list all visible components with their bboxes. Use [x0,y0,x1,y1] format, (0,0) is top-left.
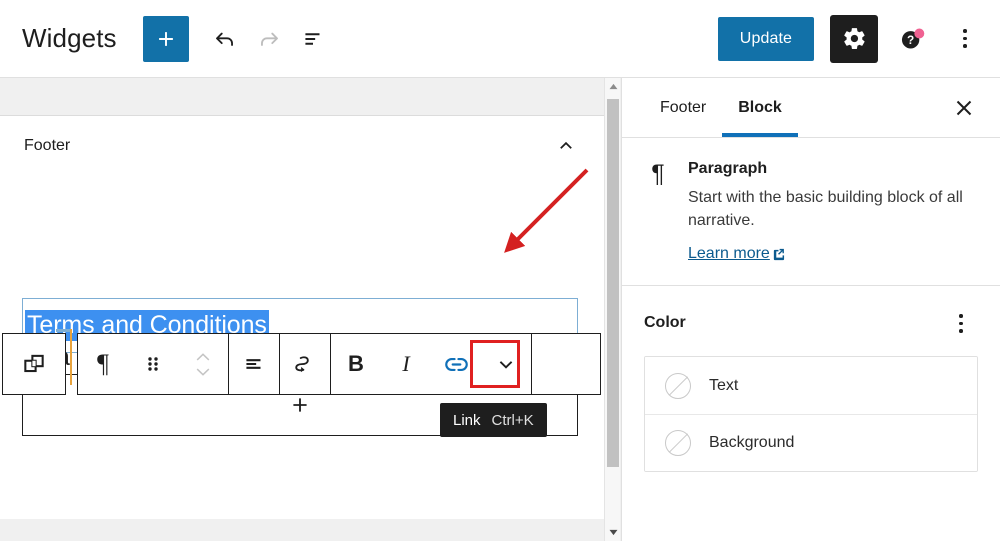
svg-text:?: ? [907,33,914,47]
scroll-up-arrow-icon [609,83,617,90]
color-panel: Color Text Background [622,286,1000,473]
settings-button[interactable] [830,14,878,63]
page-title: Widgets [22,23,117,53]
list-view-button[interactable] [291,17,335,61]
update-button[interactable]: Update [717,16,814,61]
block-info-meta: Paragraph Start with the basic building … [688,160,978,263]
color-panel-header: Color [644,306,978,340]
transform-arrow-button[interactable] [280,334,330,394]
italic-button[interactable]: I [381,334,431,394]
scrollbar-thumb[interactable] [607,99,619,467]
move-block-updown-button[interactable] [178,334,228,394]
tab-footer[interactable]: Footer [644,78,722,137]
undo-button[interactable] [203,17,247,61]
bold-icon: B [348,351,364,376]
block-name: Paragraph [688,160,768,177]
close-sidebar-button[interactable] [944,88,984,128]
color-option-label: Background [709,434,795,452]
color-panel-title: Color [644,314,686,332]
block-toolbar: ¶ B I [77,333,601,395]
plus-icon [293,398,307,412]
notification-badge [914,28,925,38]
header-left-group: Widgets [0,15,335,62]
editor-header: Widgets Update ? [0,0,1000,78]
block-toolbar-copy-group [2,333,66,395]
bold-button[interactable]: B [331,334,381,394]
editor-canvas[interactable]: Footer Terms and Conditions [0,115,604,519]
copy-blocks-button[interactable] [9,334,59,394]
header-right-group: Update ? [717,14,986,63]
curved-arrow-icon [295,356,309,373]
editor-scrollbar[interactable] [604,78,620,541]
settings-sidebar: Footer Block ¶ Paragraph Start with the … [621,78,1000,541]
drag-handle-button[interactable] [128,334,178,394]
block-info-card: ¶ Paragraph Start with the basic buildin… [622,138,1000,263]
more-rich-text-options-button[interactable] [481,334,531,394]
pilcrow-icon: ¶ [651,160,665,188]
block-type-paragraph-button[interactable]: ¶ [78,334,128,394]
color-option-text[interactable]: Text [645,357,977,415]
close-icon [956,100,972,115]
widget-area-collapse-button[interactable] [548,128,584,164]
color-option-background[interactable]: Background [645,414,977,472]
align-text-button[interactable] [229,334,279,394]
pilcrow-icon: ¶ [97,349,109,378]
vertical-ellipsis-icon [963,29,967,48]
link-button[interactable] [431,334,481,394]
more-options-button[interactable] [944,18,986,60]
chevron-up-icon [560,141,572,149]
help-question-icon: ? [901,28,925,48]
chevron-up-small-icon [196,352,210,360]
tab-block[interactable]: Block [722,78,798,137]
help-button[interactable]: ? [892,18,934,60]
widget-area-title: Footer [24,137,71,154]
sidebar-tabs: Footer Block [622,78,1000,138]
align-text-icon [246,359,261,369]
widgets-editor-app: Widgets Update ? Footer Terms and Condit… [0,0,1000,541]
list-view-icon [305,32,320,45]
editor-region: Footer Terms and Conditions a [0,78,620,541]
block-description: Start with the basic building block of a… [688,189,963,229]
toolbar-divider [531,334,532,394]
plus-icon [158,31,173,46]
link-tooltip: Link Ctrl+K [440,403,547,437]
tooltip-label: Link [453,411,481,429]
learn-more-link[interactable]: Learn more [688,245,785,263]
italic-icon: I [402,351,410,376]
gear-icon [843,28,865,49]
drag-handle-icon [148,357,158,371]
scrollbar-down-button[interactable] [605,524,621,541]
add-block-button[interactable] [142,15,189,62]
color-options-list: Text Background [644,356,978,473]
color-option-label: Text [709,376,739,394]
undo-arrow-icon [215,32,233,46]
scroll-down-arrow-icon [609,529,617,536]
external-link-icon [773,248,784,261]
learn-more-label: Learn more [688,245,770,263]
chevron-down-icon [499,361,513,369]
color-panel-options-button[interactable] [944,306,978,340]
vertical-ellipsis-icon [959,314,963,333]
chevron-down-small-icon [196,368,210,376]
move-up-down-icon [193,351,213,378]
link-icon [444,357,468,371]
copy-blocks-icon [24,354,44,373]
no-color-icon [665,430,691,457]
no-color-icon [665,372,691,399]
widget-area-header: Footer [0,116,604,176]
hidden-block-right-edge [70,329,72,385]
redo-button[interactable] [247,17,291,61]
tooltip-shortcut: Ctrl+K [491,411,534,429]
scrollbar-up-button[interactable] [605,78,621,95]
redo-arrow-icon [260,32,278,46]
